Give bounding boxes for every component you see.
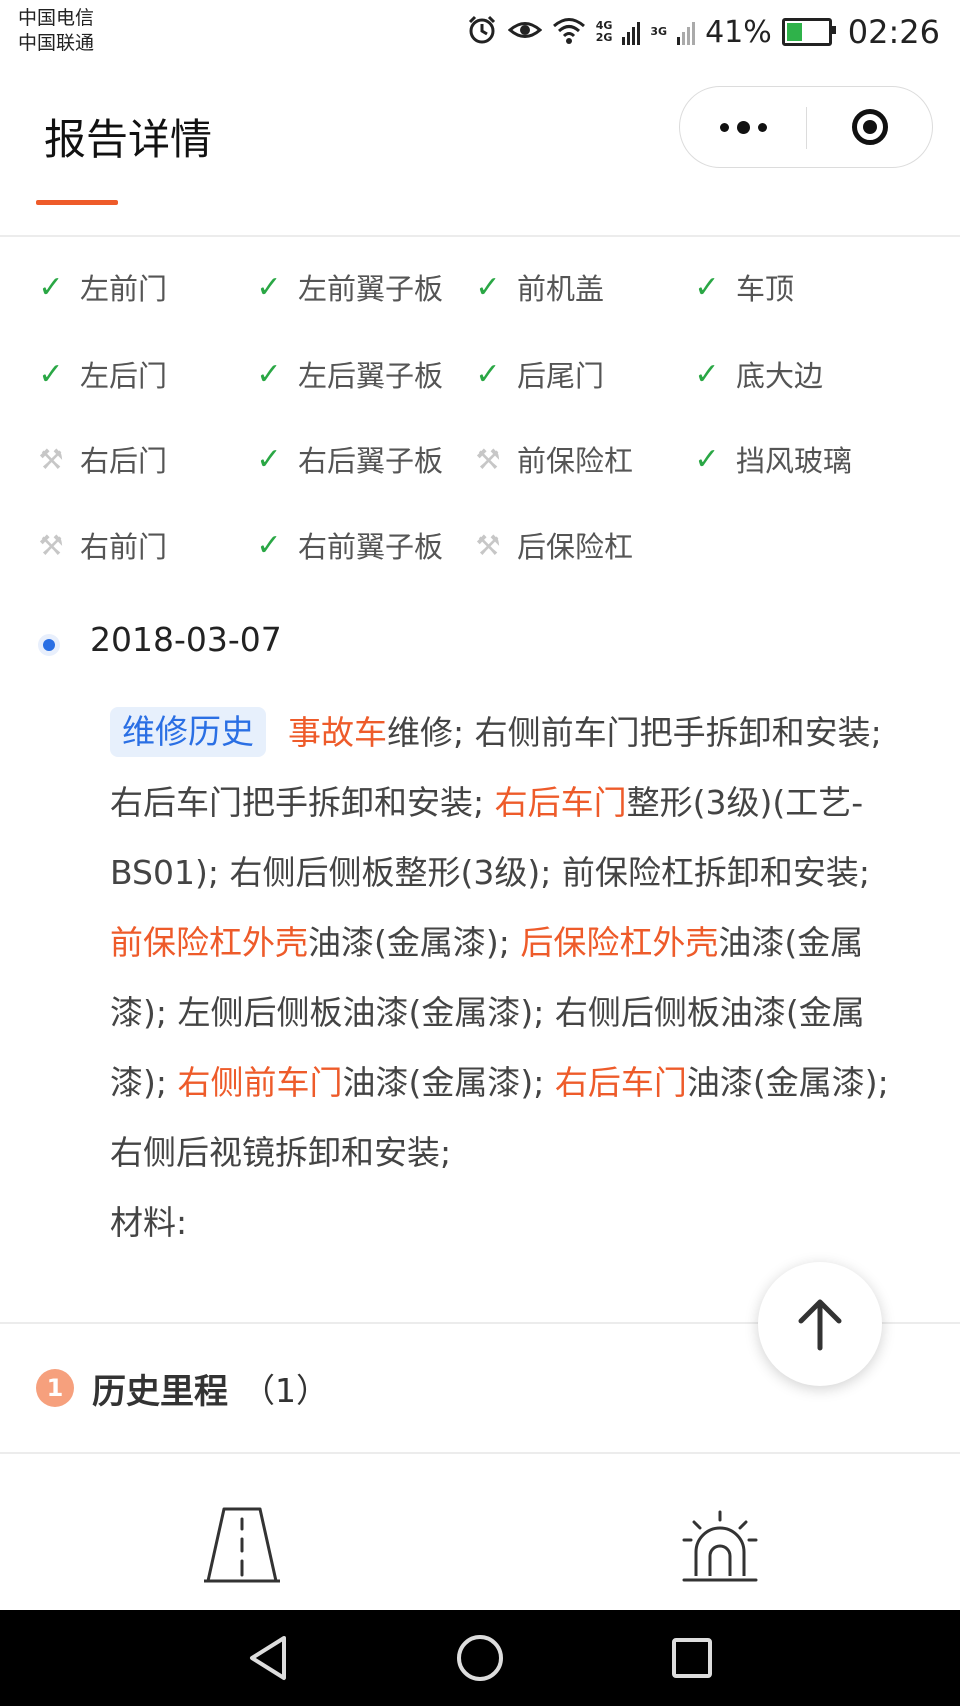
part-item: ✓ 后尾门 [473,349,604,399]
check-icon: ✓ [475,356,501,392]
status-bar: 中国电信 中国联通 4G 2G 3G 41% 02:26 [0,0,960,70]
part-label: 左前翼子板 [298,272,444,306]
recents-square-icon [672,1638,712,1678]
part-label: 左后门 [80,359,168,393]
part-label: 前保险杠 [517,444,634,478]
record-target-icon [852,109,888,145]
part-label: 左后翼子板 [298,359,444,393]
more-dots-icon [719,120,767,134]
wrench-screwdriver-icon: ⚒ [475,442,501,476]
highlighted-part: 右后车门 [494,783,627,822]
active-tab-indicator [36,200,118,205]
material-label: 材料: [110,1203,188,1242]
part-item: ✓ 左后翼子板 [254,349,443,399]
back-triangle-icon [250,1636,286,1680]
part-item: ✓ 挡风玻璃 [692,434,852,484]
page-title: 报告详情 [44,115,213,164]
history-mileage-header[interactable]: 1 历史里程 （1） [36,1358,329,1418]
part-item: ✓ 左前门 [36,262,167,312]
check-icon: ✓ [256,441,282,477]
history-count: （1） [242,1371,329,1410]
check-icon: ✓ [256,527,282,563]
part-item: ⚒ 右前门 [36,520,167,570]
home-button[interactable] [450,1628,510,1688]
part-item: ✓ 左后门 [36,349,167,399]
highlighted-part: 右后车门 [554,1063,687,1102]
check-icon: ✓ [256,356,282,392]
part-label: 右后门 [80,444,168,478]
check-icon: ✓ [256,269,282,305]
road-icon[interactable] [202,1505,282,1589]
scroll-top-button[interactable] [758,1262,882,1386]
eye-icon [507,17,543,47]
part-item: ✓ 底大边 [692,349,823,399]
highlighted-part: 前保险杠外壳 [110,923,308,962]
part-label: 右前门 [80,530,168,564]
alarm-icon [466,14,498,50]
history-title: 历史里程 [92,1371,228,1412]
divider-top [0,235,960,237]
signal-icon-2 [677,19,696,45]
mini-program-capsule [679,86,933,168]
network-type-2: 3G [650,25,668,38]
carrier-1: 中国电信 [18,7,95,29]
battery-percent: 41% [705,14,772,50]
record-segment: 油漆(金属漆); [342,1063,555,1102]
network-type-1: 4G 2G [595,19,613,44]
highlighted-part: 事故车 [288,713,387,752]
part-label: 前机盖 [517,272,605,306]
wrench-screwdriver-icon: ⚒ [38,528,64,562]
part-label: 左前门 [80,272,168,306]
carrier-2: 中国联通 [18,32,95,54]
more-button[interactable] [680,87,806,167]
part-label: 后保险杠 [517,530,634,564]
highlighted-part: 右侧前车门 [177,1063,343,1102]
close-button[interactable] [807,87,933,167]
divider-bottom [0,1452,960,1454]
part-item: ⚒ 前保险杠 [473,434,633,484]
check-icon: ✓ [475,269,501,305]
check-icon: ✓ [694,269,720,305]
section-number-badge: 1 [36,1369,74,1407]
record-segment: 油漆(金属漆); [308,923,521,962]
back-button[interactable] [238,1628,298,1688]
timeline-dot [38,634,60,656]
part-item: ⚒ 右后门 [36,434,167,484]
part-item: ✓ 前机盖 [473,262,604,312]
status-icons: 4G 2G 3G 41% 02:26 [466,12,940,52]
highlighted-part: 后保险杠外壳 [520,923,719,962]
repair-record: 维修历史 事故车维修; 右侧前车门把手拆卸和安装; 右后车门把手拆卸和安装; 右后… [110,698,890,1258]
check-icon: ✓ [694,441,720,477]
carrier-info: 中国电信 中国联通 [18,6,94,56]
wrench-screwdriver-icon: ⚒ [38,442,64,476]
recents-button[interactable] [662,1628,722,1688]
wrench-screwdriver-icon: ⚒ [475,528,501,562]
battery-icon [781,18,836,46]
part-label: 挡风玻璃 [736,444,853,478]
alarm-light-icon[interactable] [682,1510,758,1590]
home-circle-icon [457,1635,503,1681]
part-label: 底大边 [736,359,824,393]
part-label: 右前翼子板 [298,530,444,564]
part-item: ✓ 右前翼子板 [254,520,443,570]
wifi-icon [552,16,586,48]
part-label: 车顶 [736,272,795,306]
part-item: ✓ 左前翼子板 [254,262,443,312]
part-item: ✓ 车顶 [692,262,794,312]
clock: 02:26 [847,13,940,51]
system-navigation-bar [0,1610,960,1706]
part-item: ⚒ 后保险杠 [473,520,633,570]
signal-icon-1 [622,19,641,45]
part-item: ✓ 右后翼子板 [254,434,443,484]
repair-history-badge: 维修历史 [110,707,266,757]
check-icon: ✓ [38,269,64,305]
nav-bar: 报告详情 [0,70,960,190]
part-label: 右后翼子板 [298,444,444,478]
check-icon: ✓ [38,356,64,392]
record-date: 2018-03-07 [90,620,282,659]
arrow-up-icon [798,1299,842,1351]
check-icon: ✓ [694,356,720,392]
record-text: 事故车维修; 右侧前车门把手拆卸和安装; 右后车门把手拆卸和安装; 右后车门整形… [110,713,889,1172]
part-label: 后尾门 [517,359,605,393]
